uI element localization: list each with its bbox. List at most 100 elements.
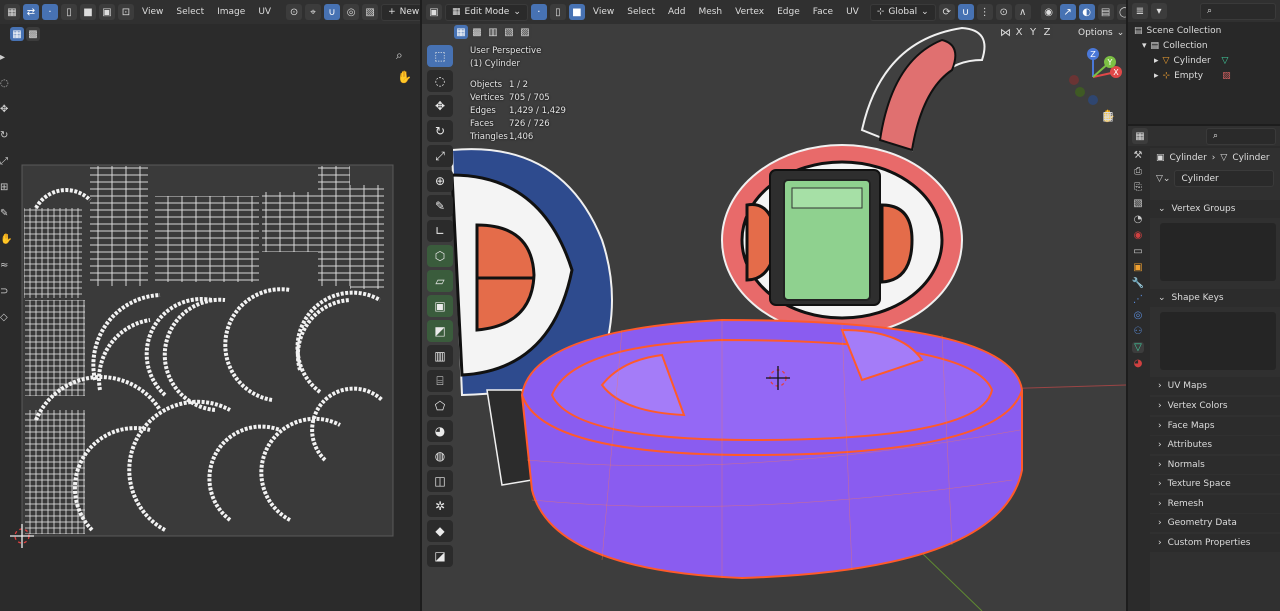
uv-island [24,208,82,298]
viewport-3d[interactable]: ▣ ▦ Edit Mode ⌄ · ▯ ■ View Select Add Mesh… [422,0,1126,611]
outliner-search-field[interactable]: ⌕ [1200,2,1276,20]
physics-tab-icon[interactable]: ◎ [1134,310,1143,321]
chevron-right-icon: › [1158,538,1162,548]
vertex-groups-list[interactable] [1160,223,1276,281]
outliner-tree: ▤ Scene Collection ▾ ▤ Collection ▸ ▽ Cylinde… [1134,24,1231,84]
tool-tab-icon[interactable]: ⚒ [1134,150,1143,161]
panel-label: Shape Keys [1171,293,1224,303]
rotate-tool-icon[interactable]: ↻ [427,120,453,142]
panel-label: Vertex Groups [1171,204,1236,214]
output-tab-icon[interactable]: ⎘ [1134,182,1142,193]
outliner-item-cylinder[interactable]: ▸ ▽ Cylinder ▽ [1134,54,1231,69]
knife-tool-icon[interactable]: ⌸ [427,370,453,392]
mesh-name-row: ▽⌄ Cylinder [1150,168,1280,189]
bevel-tool-icon[interactable]: ◩ [427,320,453,342]
shear-tool-icon[interactable]: ◆ [427,520,453,542]
editor-type-icon[interactable]: ▦ [1132,128,1148,144]
editor-type-icon[interactable]: ≣ [1132,3,1148,19]
render-tab-icon[interactable]: ⎙ [1134,166,1142,177]
uv-island [90,166,148,286]
panel-uv-maps[interactable]: › UV Maps [1150,377,1280,395]
panel-remesh[interactable]: › Remesh [1150,495,1280,513]
panel-label: Normals [1167,460,1205,470]
poly-build-tool-icon[interactable]: ⬠ [427,395,453,417]
world-tab-icon[interactable]: ◉ [1134,230,1143,241]
uv-island [25,300,85,396]
spin-tool-icon[interactable]: ◕ [427,420,453,442]
mesh-icon: ▽ [1220,153,1228,163]
scale-tool-icon[interactable]: ⤢ [427,145,453,167]
stat-value: 1,406 [509,132,534,142]
material-tab-icon[interactable]: ◕ [1134,358,1143,369]
mesh-name-field[interactable]: Cylinder [1174,170,1274,187]
chevron-right-icon: › [1211,153,1216,163]
view-name: User Perspective [470,46,542,56]
shape-keys-list[interactable] [1160,312,1276,370]
collection-row[interactable]: ▾ ▤ Collection [1134,39,1231,54]
particles-tab-icon[interactable]: ⋰ [1133,294,1143,305]
empty-object-icon: ⊹ [1162,71,1171,81]
object-icon: ▣ [1156,153,1165,163]
grid-icon[interactable]: ▦ [1098,106,1118,126]
object-tab-icon[interactable]: ▣ [1133,262,1142,273]
mesh-stats: Objects 1 / 2 Vertices 705 / 705 Edges 1,42… [470,79,566,144]
mesh-data-icon[interactable]: ▽⌄ [1156,174,1170,184]
breadcrumb-object: Cylinder [1169,153,1207,163]
panel-texture-space[interactable]: › Texture Space [1150,475,1280,493]
chevron-right-icon: › [1158,518,1162,528]
cursor-tool-icon[interactable]: ◌ [427,70,453,92]
constraints-tab-icon[interactable]: ⚇ [1134,326,1143,337]
select-box-tool-icon[interactable]: ⬚ [427,45,453,67]
outliner: ≣ ▾ ⌕ ▤ Scene Collection ▾ ▤ Collection ▸ ▽ C… [1128,0,1280,124]
scene-tab-icon[interactable]: ◔ [1134,214,1143,225]
chevron-down-icon[interactable]: ▾ [1142,39,1147,54]
shrink-tool-icon[interactable]: ✲ [427,495,453,517]
panel-vertex-colors[interactable]: › Vertex Colors [1150,397,1280,415]
panel-normals[interactable]: › Normals [1150,456,1280,474]
chevron-right-icon[interactable]: ▸ [1154,69,1159,84]
scene-collection-row[interactable]: ▤ Scene Collection [1134,24,1231,39]
uv-island [350,185,384,289]
smooth-tool-icon[interactable]: ◍ [427,445,453,467]
panel-vertex-groups[interactable]: ⌄ Vertex Groups [1150,200,1280,218]
transform-tool-icon[interactable]: ⊕ [427,170,453,192]
move-tool-icon[interactable]: ✥ [427,95,453,117]
loop-cut-tool-icon[interactable]: ▥ [427,345,453,367]
chevron-right-icon: › [1158,499,1162,509]
uv-layout[interactable] [0,0,420,611]
view-info: User Perspective (1) Cylinder [470,45,541,71]
stat-value: 1 / 2 [509,80,529,90]
view-layer-tab-icon[interactable]: ▧ [1133,198,1142,209]
add-cube-tool-icon[interactable]: ⬡ [427,245,453,267]
panel-face-maps[interactable]: › Face Maps [1150,417,1280,435]
collection-tab-icon[interactable]: ▭ [1133,246,1142,257]
scene-collection-label: Scene Collection [1146,26,1222,36]
navigation-gizmo[interactable]: Z X Y [1058,42,1126,112]
panel-geometry-data[interactable]: › Geometry Data [1150,514,1280,532]
uv-island [155,196,259,282]
chevron-right-icon: › [1158,479,1162,489]
properties-search-field[interactable]: ⌕ [1206,127,1276,145]
chevron-right-icon[interactable]: ▸ [1154,54,1159,69]
annotate-tool-icon[interactable]: ✎ [427,195,453,217]
stat-label: Edges [470,106,496,116]
panel-attributes[interactable]: › Attributes [1150,436,1280,454]
panel-label: Vertex Colors [1167,401,1228,411]
panel-custom-properties[interactable]: › Custom Properties [1150,534,1280,552]
outliner-item-empty[interactable]: ▸ ⊹ Empty ▨ [1134,69,1231,84]
chevron-right-icon: › [1158,401,1162,411]
modifier-tab-icon[interactable]: 🔧 [1132,278,1144,289]
display-mode-icon[interactable]: ▾ [1151,3,1167,19]
panel-shape-keys[interactable]: ⌄ Shape Keys [1150,289,1280,307]
rip-tool-icon[interactable]: ◪ [427,545,453,567]
search-icon: ⌕ [1207,6,1213,16]
extrude-tool-icon[interactable]: ▱ [427,270,453,292]
gizmo-x-label: X [1113,68,1119,77]
data-tab-icon[interactable]: ▽ [1132,342,1144,353]
outliner-header: ≣ ▾ ⌕ [1128,0,1280,22]
inset-tool-icon[interactable]: ▣ [427,295,453,317]
measure-tool-icon[interactable]: ∟ [427,220,453,242]
edge-slide-tool-icon[interactable]: ◫ [427,470,453,492]
breadcrumb-data: Cylinder [1232,153,1270,163]
stat-value: 705 / 705 [509,93,550,103]
